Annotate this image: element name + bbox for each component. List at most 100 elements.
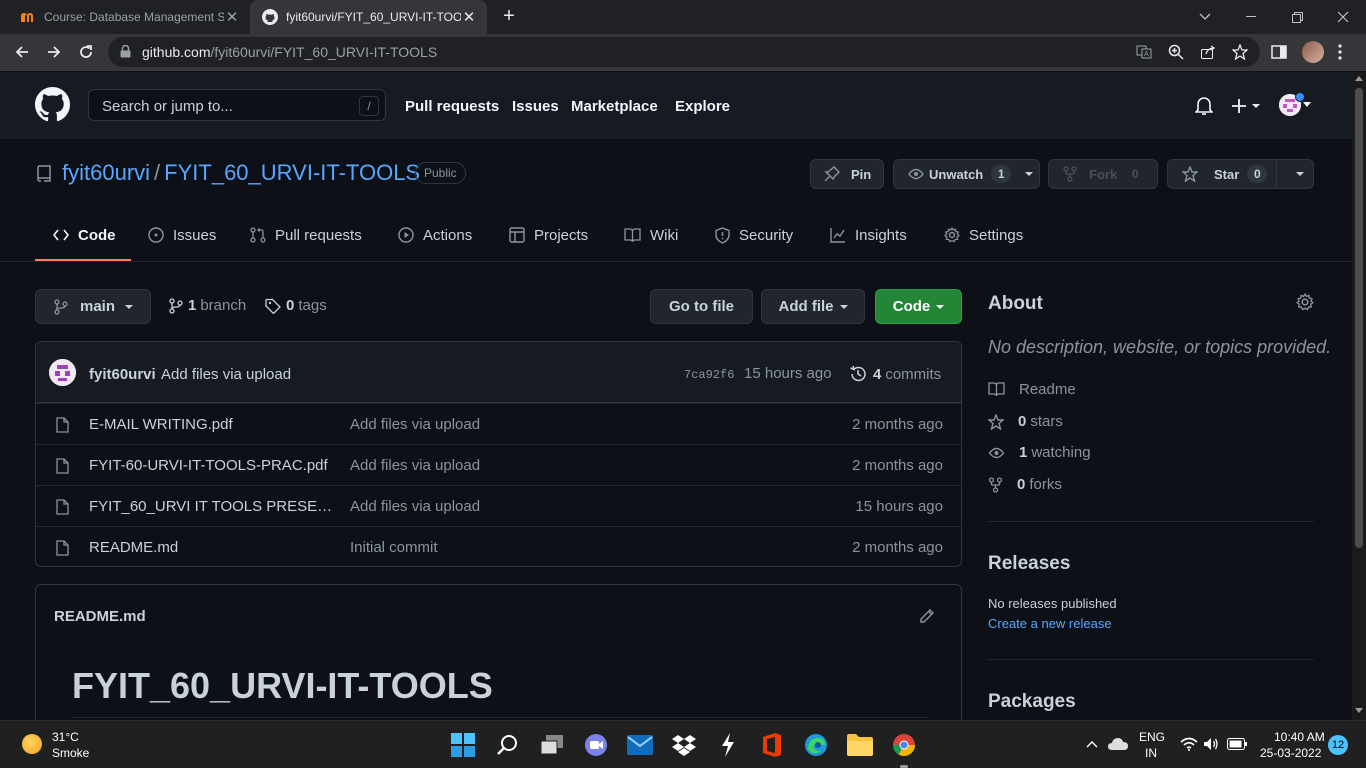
restore-button[interactable]	[1274, 0, 1320, 34]
file-name[interactable]: FYIT_60_URVI IT TOOLS PRESENTA...	[89, 498, 334, 515]
unwatch-button[interactable]: Unwatch 1	[893, 159, 1040, 189]
commit-author[interactable]: fyit60urvi	[89, 366, 156, 383]
nav-pull-requests[interactable]: Pull requests	[405, 98, 499, 115]
branches-link[interactable]: 1 branch	[169, 297, 246, 314]
repo-owner-link[interactable]: fyit60urvi	[62, 160, 150, 185]
tags-link[interactable]: 0 tags	[265, 297, 327, 314]
file-name[interactable]: README.md	[89, 539, 334, 556]
back-button[interactable]	[10, 40, 34, 64]
search-input[interactable]: Search or jump to... /	[88, 89, 386, 121]
fork-button[interactable]: Fork 0	[1048, 159, 1158, 189]
weather-icon[interactable]	[22, 734, 42, 754]
star-icon[interactable]	[1232, 44, 1248, 60]
commit-message[interactable]: Add files via upload	[161, 366, 291, 383]
weather-condition[interactable]: Smoke	[52, 746, 89, 760]
teams-chat-button[interactable]	[583, 732, 609, 758]
reload-button[interactable]	[74, 40, 98, 64]
battery-icon[interactable]	[1227, 738, 1247, 750]
mail-button[interactable]	[627, 732, 653, 758]
tab-pull-requests[interactable]: Pull requests	[250, 208, 362, 262]
page-scrollbar[interactable]	[1352, 72, 1366, 720]
create-release-link[interactable]: Create a new release	[988, 616, 1112, 631]
tab-search-button[interactable]	[1182, 0, 1228, 34]
input-language[interactable]: ENG	[1139, 730, 1165, 744]
tab-code[interactable]: Code	[53, 208, 116, 262]
chevron-up-icon[interactable]	[1086, 740, 1098, 748]
scroll-up-icon[interactable]	[1355, 76, 1363, 81]
clock-date[interactable]: 25-03-2022	[1260, 746, 1321, 760]
scrollbar-thumb[interactable]	[1355, 88, 1363, 548]
file-row[interactable]: FYIT-60-URVI-IT-TOOLS-PRAC.pdf Add files…	[36, 444, 961, 485]
tab-projects[interactable]: Projects	[509, 208, 588, 262]
readme-link[interactable]: Readme	[988, 381, 1076, 398]
onedrive-icon[interactable]	[1108, 737, 1128, 751]
close-icon[interactable]: ✕	[224, 8, 240, 26]
side-panel-icon[interactable]	[1271, 44, 1287, 60]
edge-button[interactable]	[803, 732, 829, 758]
office-button[interactable]	[759, 732, 785, 758]
readme-filename[interactable]: README.md	[54, 608, 146, 625]
commit-author-avatar[interactable]	[49, 359, 76, 386]
tab-wiki[interactable]: Wiki	[624, 208, 678, 262]
file-name[interactable]: E-MAIL WRITING.pdf	[89, 416, 334, 433]
task-view-button[interactable]	[539, 732, 565, 758]
file-commit-message[interactable]: Add files via upload	[350, 498, 480, 515]
notification-badge[interactable]: 12	[1328, 735, 1348, 755]
close-window-button[interactable]	[1320, 0, 1366, 34]
star-dropdown-caret-icon[interactable]	[1296, 172, 1304, 176]
stars-link[interactable]: 0 stars	[988, 413, 1063, 430]
dropbox-button[interactable]	[671, 732, 697, 758]
browser-tab-github[interactable]: fyit60urvi/FYIT_60_URVI-IT-TOOL ✕	[250, 0, 487, 34]
share-icon[interactable]	[1200, 44, 1216, 60]
pencil-icon[interactable]	[919, 608, 935, 624]
plus-icon[interactable]	[1231, 98, 1261, 114]
address-bar[interactable]: github.com/fyit60urvi/FYIT_60_URVI-IT-TO…	[108, 37, 1260, 67]
file-commit-message[interactable]: Initial commit	[350, 539, 438, 556]
file-name[interactable]: FYIT-60-URVI-IT-TOOLS-PRAC.pdf	[89, 457, 334, 474]
file-row[interactable]: E-MAIL WRITING.pdf Add files via upload …	[36, 403, 961, 444]
tab-settings[interactable]: Settings	[944, 208, 1023, 262]
swift-app-button[interactable]	[715, 732, 741, 758]
star-button[interactable]: Star 0	[1167, 159, 1314, 189]
taskbar-search-button[interactable]	[495, 732, 521, 758]
repo-name-link[interactable]: FYIT_60_URVI-IT-TOOLS	[164, 160, 420, 185]
branch-select-button[interactable]: main	[35, 289, 151, 324]
clock-time[interactable]: 10:40 AM	[1274, 730, 1325, 744]
nav-explore[interactable]: Explore	[675, 98, 730, 115]
pin-button[interactable]: Pin	[810, 159, 884, 189]
commits-link[interactable]: 4 commits	[849, 365, 941, 383]
volume-icon[interactable]	[1203, 737, 1219, 751]
bell-icon[interactable]	[1195, 96, 1213, 116]
tab-actions[interactable]: Actions	[398, 208, 472, 262]
file-commit-message[interactable]: Add files via upload	[350, 457, 480, 474]
file-row[interactable]: README.md Initial commit 2 months ago	[36, 526, 961, 566]
github-logo-icon[interactable]	[35, 87, 70, 122]
nav-marketplace[interactable]: Marketplace	[571, 98, 658, 115]
profile-avatar[interactable]	[1302, 41, 1324, 63]
zoom-icon[interactable]	[1168, 44, 1184, 60]
add-file-button[interactable]: Add file	[761, 289, 865, 324]
file-explorer-button[interactable]	[847, 732, 873, 758]
chrome-button[interactable]	[891, 732, 917, 758]
tab-security[interactable]: Security	[715, 208, 793, 262]
commit-sha[interactable]: 7ca92f6	[684, 368, 734, 382]
minimize-button[interactable]	[1228, 0, 1274, 34]
translate-icon[interactable]: A	[1136, 44, 1152, 60]
nav-issues[interactable]: Issues	[512, 98, 559, 115]
watchers-link[interactable]: 1 watching	[988, 444, 1091, 461]
go-to-file-button[interactable]: Go to file	[650, 289, 753, 324]
forks-link[interactable]: 0 forks	[988, 476, 1062, 493]
weather-temperature[interactable]: 31°C	[52, 730, 79, 744]
tab-insights[interactable]: Insights	[830, 208, 907, 262]
close-icon[interactable]: ✕	[461, 8, 477, 26]
gear-icon[interactable]	[1296, 293, 1314, 311]
wifi-icon[interactable]	[1180, 737, 1198, 751]
input-region[interactable]: IN	[1145, 746, 1157, 760]
code-button[interactable]: Code	[875, 289, 962, 324]
chevron-down-icon[interactable]	[1302, 102, 1312, 108]
forward-button[interactable]	[42, 40, 66, 64]
new-tab-button[interactable]: +	[498, 6, 520, 28]
scroll-down-icon[interactable]	[1355, 708, 1363, 713]
start-button[interactable]	[450, 732, 476, 758]
tab-issues[interactable]: Issues	[148, 208, 216, 262]
